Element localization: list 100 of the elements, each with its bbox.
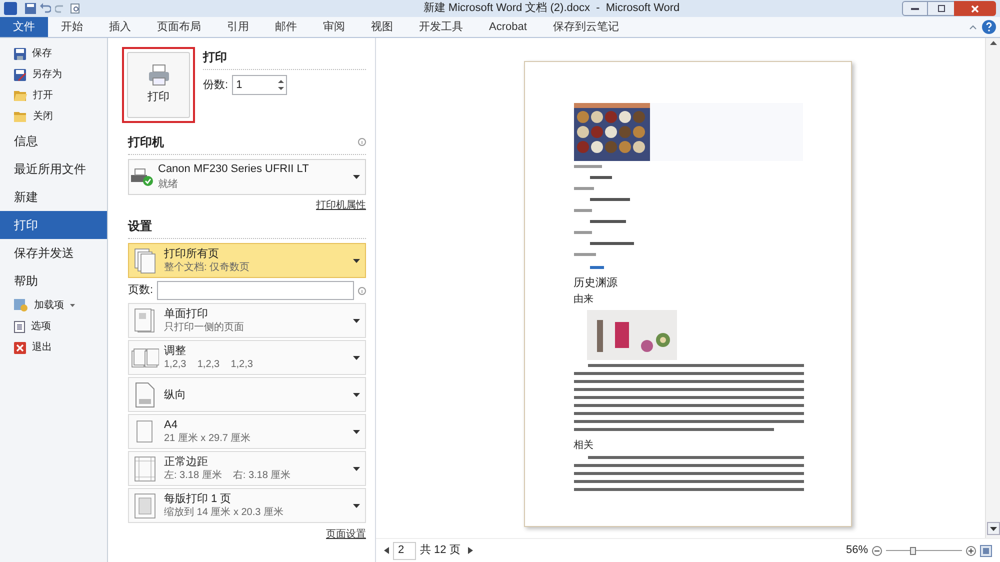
scroll-up-icon[interactable] [990,41,996,45]
ribbon-tab[interactable]: 文件 [0,17,48,37]
setting-dropdown[interactable]: 单面打印 只打印一侧的页面 [128,303,366,338]
ribbon-tab[interactable]: 页面布局 [144,17,214,37]
nav-item[interactable]: 信息 [0,127,107,155]
setting-title: 纵向 [164,388,187,402]
previous-page-icon[interactable] [384,547,389,554]
nav-command[interactable]: 打开 [0,85,107,106]
nav-command-label: 另存为 [32,68,62,82]
ribbon-tab[interactable]: 邮件 [262,17,310,37]
ribbon-tab[interactable]: 审阅 [310,17,358,37]
ribbon-tab[interactable]: 插入 [96,17,144,37]
nav-item[interactable]: 打印 [0,211,107,239]
zoom-percent[interactable]: 56% [846,542,868,559]
info-icon[interactable] [358,286,366,294]
minimize-button[interactable] [902,1,928,16]
single-page-icon [134,308,156,334]
window-title: 新建 Microsoft Word 文档 (2).docx - Microsoft Word [422,0,681,16]
stacked-pages-icon [134,248,156,274]
setting-dropdown[interactable]: 打印所有页 整个文档: 仅奇数页 [128,243,366,278]
collated-pages-icon [131,346,159,368]
restore-button[interactable] [928,1,954,16]
nav-command-label: 打开 [33,88,53,103]
folder-icon [14,111,27,122]
print-preview-icon[interactable] [70,3,81,14]
dropdown-caret-icon [353,318,360,322]
zoom-slider-track[interactable] [886,546,962,556]
vertical-scrollbar[interactable] [985,38,1000,538]
nav-command-label: 退出 [32,340,52,355]
paper-sheet-icon [136,420,154,444]
zoom-in-icon[interactable] [966,546,976,556]
printer-dropdown[interactable]: Canon MF230 Series UFRII LT 就绪 [128,159,366,195]
page-margins-icon [134,456,156,482]
scroll-down-button[interactable] [986,522,1000,535]
section-heading: 打印机 [128,134,164,151]
ribbon-tab[interactable]: 视图 [358,17,406,37]
save-icon[interactable] [25,3,36,14]
dropdown-caret-icon [353,504,360,508]
setting-title: 打印所有页 [164,246,220,260]
setting-dropdown[interactable]: 纵向 [128,377,366,412]
pages-input[interactable] [157,281,354,300]
setting-dropdown[interactable]: 正常边距 左: 3.18 厘米 右: 3.18 厘米 [128,451,366,486]
setting-title: 每版打印 1 页 [164,492,232,506]
spinner-arrows-icon [278,79,284,91]
pages-label: 页数: [128,283,154,298]
setting-title: 调整 [164,344,187,358]
nav-item[interactable]: 最近所用文件 [0,155,107,183]
copies-spinner[interactable]: 1 [232,75,288,95]
preview-subheading: 相关 [574,440,594,452]
nav-command[interactable]: 关闭 [0,106,107,127]
ribbon-tab[interactable]: Acrobat [476,17,540,37]
ribbon-tab[interactable]: 开发工具 [406,17,476,37]
close-icon [971,4,979,12]
setting-subtitle: 1,2,3 1,2,3 1,2,3 [164,358,254,372]
ribbon-tab[interactable]: 引用 [214,17,262,37]
nav-item[interactable]: 新建 [0,183,107,211]
next-page-icon[interactable] [468,547,474,554]
ribbon-tab[interactable]: 开始 [48,17,96,37]
nav-command[interactable]: 退出 [0,337,107,358]
dropdown-caret-icon [353,430,360,434]
undo-icon[interactable] [40,3,51,14]
help-icon[interactable] [982,20,996,34]
print-button-label: 打印 [148,90,170,106]
floppy-pencil-icon [14,68,26,80]
ribbon-tab[interactable]: 保存到云笔记 [540,17,632,37]
setting-title: 正常边距 [164,454,209,468]
setting-dropdown[interactable]: 每版打印 1 页 缩放到 14 厘米 x 20.3 厘米 [128,488,366,523]
setting-subtitle: 左: 3.18 厘米 右: 3.18 厘米 [164,468,292,482]
zoom-out-icon[interactable] [872,546,882,556]
setting-dropdown[interactable]: 调整 1,2,3 1,2,3 1,2,3 [128,340,366,375]
nav-item[interactable]: 帮助 [0,267,107,295]
nav-command[interactable]: 另存为 [0,64,107,85]
printer-icon [148,64,170,86]
page-number-field[interactable]: 2 [393,542,416,560]
setting-subtitle: 整个文档: 仅奇数页 [164,260,251,274]
setting-subtitle: 缩放到 14 厘米 x 20.3 厘米 [164,506,284,520]
printer-properties-link[interactable]: 打印机属性 [316,198,366,213]
setting-title: A4 [164,418,178,432]
setting-dropdown[interactable]: A4 21 厘米 x 29.7 厘米 [128,414,366,449]
setting-title: 单面打印 [164,306,209,320]
nav-command-label: 保存 [32,47,52,61]
nav-command[interactable]: 加载项 [0,295,107,316]
nav-item[interactable]: 保存并发送 [0,239,107,267]
close-button[interactable] [954,1,996,16]
dropdown-caret-icon [353,356,360,360]
copies-label: 份数: [203,78,228,93]
preview-heading: 历史渊源 [574,277,618,290]
dropdown-caret-icon [353,392,360,396]
section-heading: 设置 [128,217,366,239]
nav-command[interactable]: 保存 [0,43,107,64]
dropdown-caret-icon [990,526,996,530]
nav-command-label: 加载项 [34,298,64,313]
info-icon[interactable] [358,138,366,146]
fit-page-icon[interactable] [980,544,992,556]
setting-subtitle: 只打印一侧的页面 [164,320,245,334]
nav-command[interactable]: 选项 [0,316,107,337]
zoom-slider-thumb[interactable] [910,546,916,554]
print-button[interactable]: 打印 [122,47,195,123]
page-setup-link[interactable]: 页面设置 [326,527,366,542]
section-heading: 打印 [203,48,366,70]
